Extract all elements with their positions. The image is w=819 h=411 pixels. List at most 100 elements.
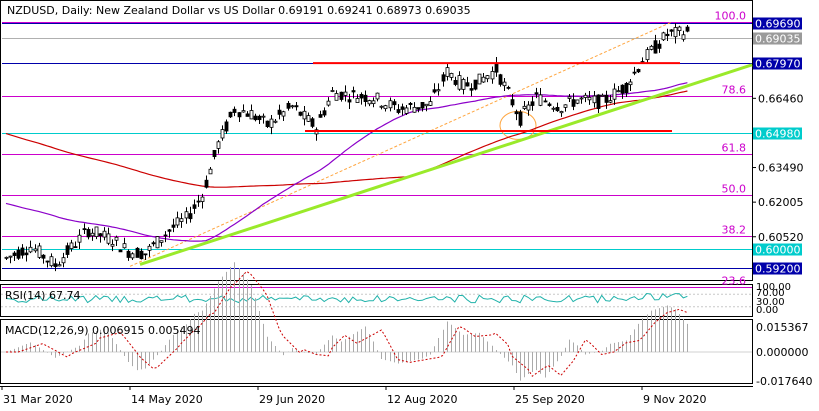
candle-body-50 bbox=[208, 168, 213, 175]
candle-body-9 bbox=[41, 254, 46, 259]
candle-body-25 bbox=[106, 233, 111, 244]
macd-axis-label-1: 0.000000 bbox=[756, 346, 809, 359]
candle-body-137 bbox=[563, 104, 568, 108]
candle-body-108 bbox=[445, 67, 450, 77]
candle-body-157 bbox=[645, 49, 650, 61]
candle-body-163 bbox=[669, 29, 674, 32]
candle-body-98 bbox=[404, 107, 409, 114]
candle-body-134 bbox=[551, 107, 556, 110]
candle-body-22 bbox=[94, 226, 99, 237]
candle-body-78 bbox=[322, 110, 327, 116]
candle-body-11 bbox=[49, 256, 54, 267]
level-tag-text-1: 0.67970 bbox=[755, 58, 801, 71]
candle-body-17 bbox=[73, 246, 78, 249]
candle-body-164 bbox=[673, 27, 678, 38]
candle-body-20 bbox=[86, 229, 91, 238]
candle-body-44 bbox=[184, 211, 189, 219]
candle-body-52 bbox=[216, 141, 221, 149]
candle-body-39 bbox=[163, 234, 168, 237]
candle-body-51 bbox=[212, 149, 217, 158]
candle-body-71 bbox=[294, 105, 299, 108]
candle-body-121 bbox=[498, 74, 503, 85]
candle-body-155 bbox=[636, 69, 641, 73]
candle-body-15 bbox=[65, 245, 70, 255]
candle-body-53 bbox=[220, 129, 225, 139]
fib-label-5: 23.6 bbox=[722, 275, 747, 288]
current-price-text: 0.69035 bbox=[755, 33, 801, 46]
candle-body-127 bbox=[522, 105, 527, 109]
candle-body-41 bbox=[171, 224, 176, 228]
candle-body-30 bbox=[126, 250, 131, 258]
candle-body-124 bbox=[510, 99, 515, 106]
candle-body-60 bbox=[249, 110, 254, 120]
candle-body-81 bbox=[334, 93, 339, 101]
candle-body-16 bbox=[69, 242, 74, 249]
macd-label: MACD(12,26,9) 0.006915 0.005494 bbox=[5, 324, 201, 337]
candle-body-106 bbox=[436, 89, 441, 92]
rsi-axis-label-3: 0.00 bbox=[756, 305, 778, 316]
candle-body-123 bbox=[506, 86, 511, 89]
candle-body-75 bbox=[310, 118, 315, 127]
candle-body-74 bbox=[306, 115, 311, 122]
macd-axis-label-0: 0.015367 bbox=[756, 321, 809, 334]
rsi-label: RSI(14) 67.74 bbox=[5, 289, 80, 302]
candle-body-142 bbox=[583, 94, 588, 98]
candle-body-24 bbox=[102, 230, 107, 238]
time-label-3: 12 Aug 2020 bbox=[387, 393, 457, 406]
candle-body-131 bbox=[538, 94, 543, 106]
candle-body-38 bbox=[159, 240, 164, 243]
candle-body-48 bbox=[200, 196, 205, 202]
candle-body-49 bbox=[204, 179, 209, 188]
candle-body-119 bbox=[490, 71, 495, 80]
candle-body-57 bbox=[237, 112, 242, 118]
fib-label-2: 61.8 bbox=[722, 142, 747, 155]
candle-body-115 bbox=[473, 79, 478, 90]
time-label-1: 14 May 2020 bbox=[131, 393, 203, 406]
candle-body-102 bbox=[420, 102, 425, 109]
candle-body-120 bbox=[494, 62, 499, 73]
candle-body-151 bbox=[620, 84, 625, 94]
candle-body-128 bbox=[526, 104, 531, 111]
candle-body-89 bbox=[367, 100, 372, 105]
symbol-header: NZDUSD, Daily: New Zealand Dollar vs US … bbox=[7, 4, 471, 17]
candle-body-86 bbox=[355, 98, 360, 103]
macd-axis-label-2: -0.017640 bbox=[756, 375, 812, 388]
candle-body-93 bbox=[383, 105, 388, 110]
candle-body-109 bbox=[449, 73, 454, 78]
candle-body-43 bbox=[179, 218, 184, 222]
candle-body-62 bbox=[257, 115, 262, 121]
candle-body-63 bbox=[261, 115, 266, 118]
candle-body-1 bbox=[8, 255, 13, 258]
candle-body-23 bbox=[98, 233, 103, 237]
fib-label-3: 50.0 bbox=[722, 183, 747, 196]
candle-body-77 bbox=[318, 114, 323, 118]
candle-body-80 bbox=[330, 90, 335, 92]
candle-body-47 bbox=[196, 200, 201, 203]
candle-body-101 bbox=[416, 107, 421, 110]
candle-body-7 bbox=[33, 248, 38, 252]
candle-body-149 bbox=[612, 88, 617, 100]
candle-body-90 bbox=[371, 100, 376, 104]
fib-label-1: 78.6 bbox=[722, 84, 747, 97]
price-axis-label-1: 0.63490 bbox=[758, 162, 804, 175]
candle-body-146 bbox=[600, 94, 605, 97]
candle-body-129 bbox=[530, 101, 535, 106]
candle-body-33 bbox=[139, 250, 144, 260]
candle-body-122 bbox=[502, 81, 507, 87]
candle-body-125 bbox=[514, 111, 519, 115]
candle-body-132 bbox=[543, 100, 548, 103]
candle-body-152 bbox=[624, 82, 629, 94]
candle-body-138 bbox=[567, 96, 572, 99]
candle-body-85 bbox=[351, 90, 356, 93]
candle-body-68 bbox=[281, 111, 286, 117]
candle-body-153 bbox=[628, 81, 633, 86]
time-label-4: 25 Sep 2020 bbox=[515, 393, 585, 406]
candle-body-10 bbox=[45, 260, 50, 263]
candle-body-66 bbox=[273, 120, 278, 123]
candle-body-34 bbox=[143, 253, 148, 256]
candle-body-118 bbox=[485, 75, 490, 80]
candle-body-133 bbox=[547, 103, 552, 106]
candle-body-26 bbox=[110, 243, 115, 247]
candle-body-105 bbox=[432, 89, 437, 93]
candle-body-64 bbox=[265, 120, 270, 127]
